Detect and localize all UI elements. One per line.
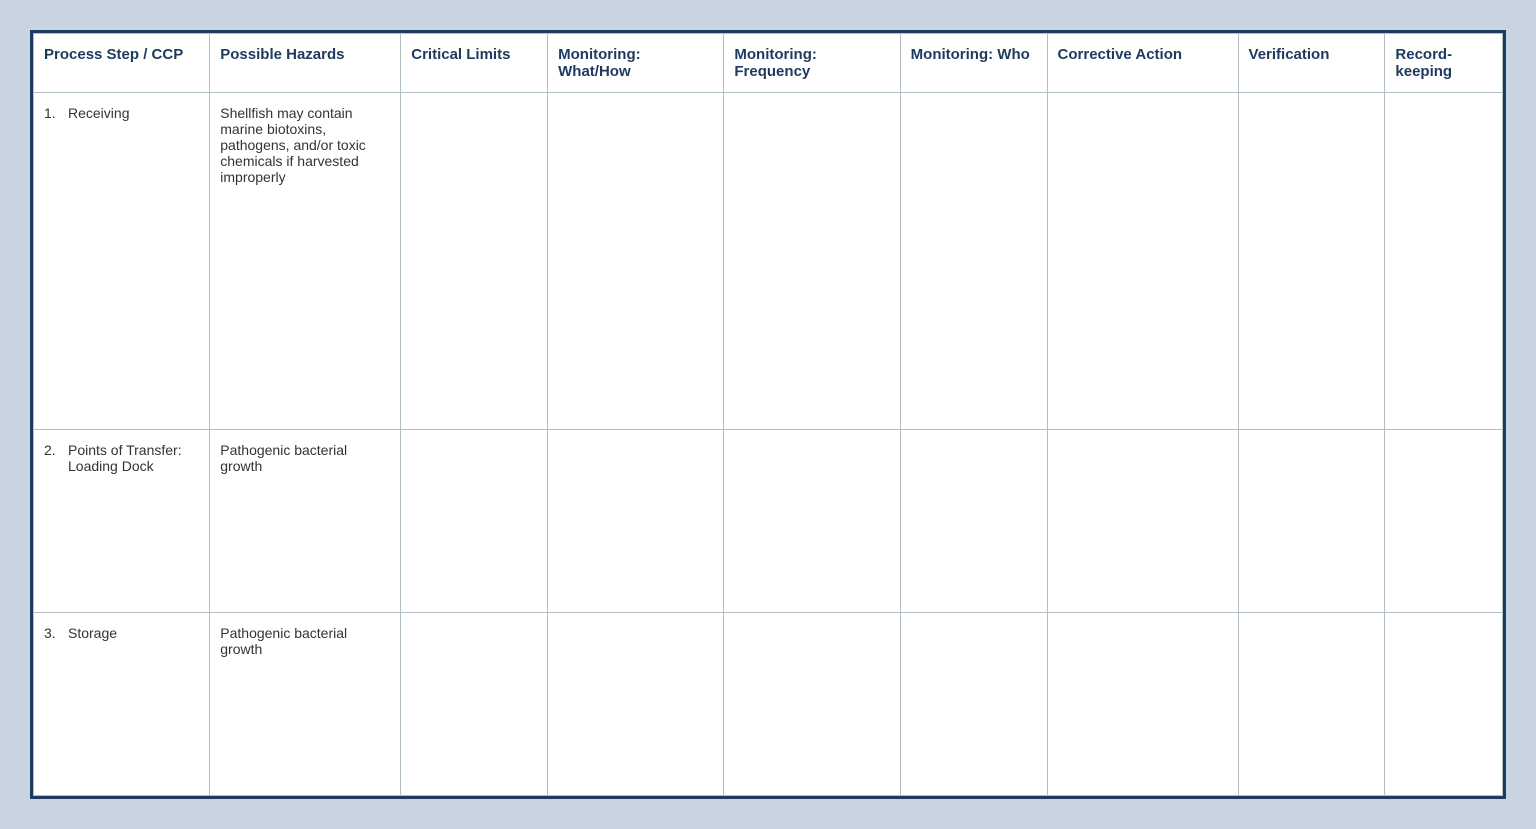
row2-process-step: 2. Points of Transfer: Loading Dock xyxy=(34,430,210,613)
step-name: Points of Transfer: Loading Dock xyxy=(68,442,199,474)
header-critical-limits: Critical Limits xyxy=(401,34,548,93)
row1-recordkeeping xyxy=(1385,93,1503,430)
row3-recordkeeping xyxy=(1385,613,1503,796)
table-container: Process Step / CCP Possible Hazards Crit… xyxy=(30,30,1506,799)
row1-monitoring-what xyxy=(548,93,724,430)
haccp-table: Process Step / CCP Possible Hazards Crit… xyxy=(33,33,1503,796)
row3-verification xyxy=(1238,613,1385,796)
row1-verification xyxy=(1238,93,1385,430)
table-row: 3. Storage Pathogenic bacterial growth xyxy=(34,613,1503,796)
row3-monitoring-who xyxy=(900,613,1047,796)
row1-hazard: Shellfish may contain marine biotoxins, … xyxy=(210,93,401,430)
row2-monitoring-what xyxy=(548,430,724,613)
row1-corrective-action xyxy=(1047,93,1238,430)
step-number: 1. xyxy=(44,105,64,121)
row2-monitoring-freq xyxy=(724,430,900,613)
header-row: Process Step / CCP Possible Hazards Crit… xyxy=(34,34,1503,93)
row1-critical-limits xyxy=(401,93,548,430)
row2-hazard: Pathogenic bacterial growth xyxy=(210,430,401,613)
row1-monitoring-who xyxy=(900,93,1047,430)
header-monitoring-freq: Monitoring: Frequency xyxy=(724,34,900,93)
header-recordkeeping: Record-keeping xyxy=(1385,34,1503,93)
header-corrective-action: Corrective Action xyxy=(1047,34,1238,93)
row3-monitoring-what xyxy=(548,613,724,796)
header-monitoring-what: Monitoring: What/How xyxy=(548,34,724,93)
header-monitoring-who: Monitoring: Who xyxy=(900,34,1047,93)
table-row: 1. Receiving Shellfish may contain marin… xyxy=(34,93,1503,430)
step-number: 2. xyxy=(44,442,64,474)
row2-critical-limits xyxy=(401,430,548,613)
row3-monitoring-freq xyxy=(724,613,900,796)
row1-process-step: 1. Receiving xyxy=(34,93,210,430)
header-verification: Verification xyxy=(1238,34,1385,93)
step-number: 3. xyxy=(44,625,64,641)
row2-corrective-action xyxy=(1047,430,1238,613)
row3-critical-limits xyxy=(401,613,548,796)
page-wrapper: Process Step / CCP Possible Hazards Crit… xyxy=(0,0,1536,829)
row3-corrective-action xyxy=(1047,613,1238,796)
row2-recordkeeping xyxy=(1385,430,1503,613)
step-name: Storage xyxy=(68,625,117,641)
row3-process-step: 3. Storage xyxy=(34,613,210,796)
step-name: Receiving xyxy=(68,105,129,121)
header-process-step: Process Step / CCP xyxy=(34,34,210,93)
table-row: 2. Points of Transfer: Loading Dock Path… xyxy=(34,430,1503,613)
row3-hazard: Pathogenic bacterial growth xyxy=(210,613,401,796)
row1-monitoring-freq xyxy=(724,93,900,430)
row2-monitoring-who xyxy=(900,430,1047,613)
header-possible-hazards: Possible Hazards xyxy=(210,34,401,93)
row2-verification xyxy=(1238,430,1385,613)
